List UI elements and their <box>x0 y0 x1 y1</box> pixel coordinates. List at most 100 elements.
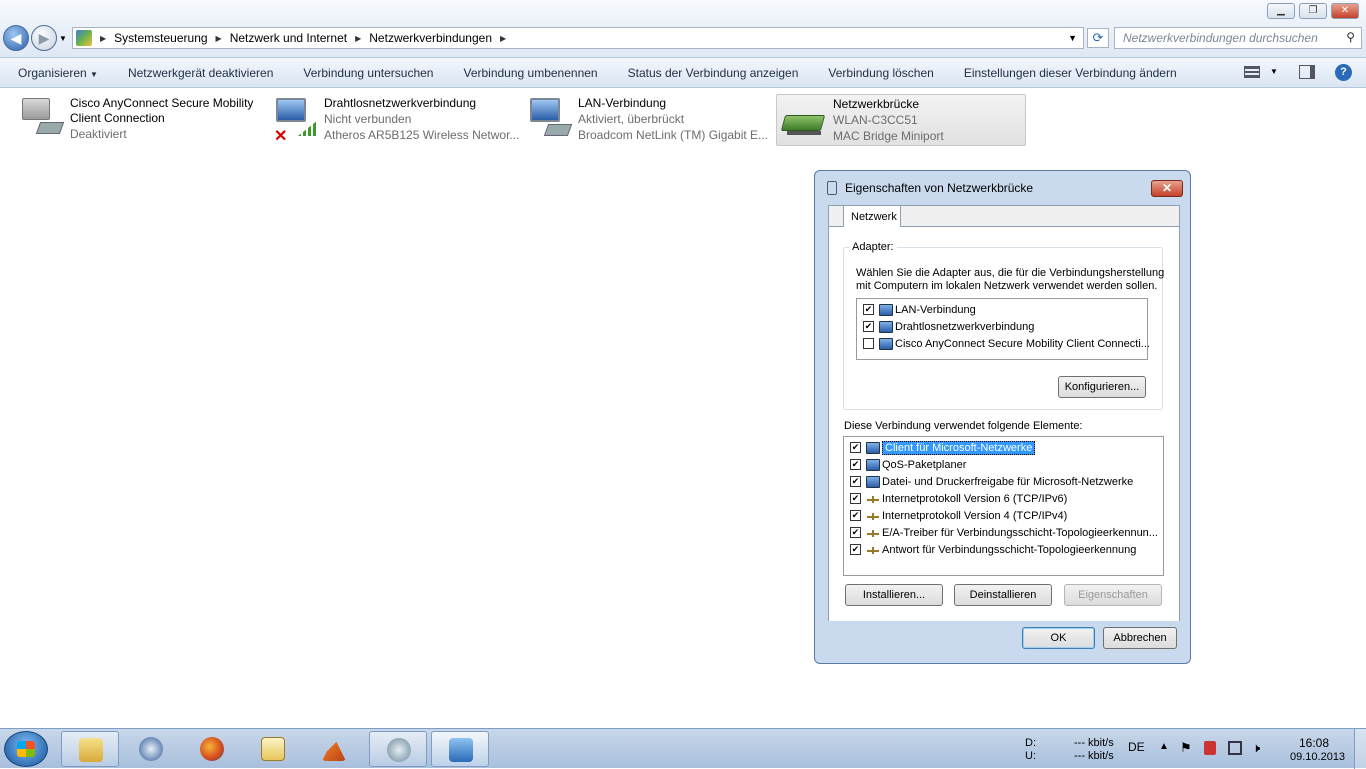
install-button[interactable]: Installieren... <box>845 584 943 606</box>
breadcrumb-systemsteuerung[interactable]: Systemsteuerung <box>108 31 213 45</box>
protocol-icon <box>866 527 880 539</box>
element-checkbox[interactable]: ✔ <box>850 510 861 521</box>
connection-cisco[interactable]: Cisco AnyConnect Secure Mobility Client … <box>18 94 263 146</box>
address-dropdown-icon[interactable]: ▼ <box>1068 33 1077 43</box>
security-icon[interactable] <box>1204 741 1216 755</box>
connection-bridge[interactable]: Netzwerkbrücke WLAN-C3CC51 MAC Bridge Mi… <box>776 94 1026 146</box>
forward-button[interactable]: ▶ <box>31 25 57 51</box>
list-item[interactable]: ✔ Internetprotokoll Version 4 (TCP/IPv4) <box>850 507 1067 524</box>
adapter-label: Drahtlosnetzwerkverbindung <box>895 320 1035 333</box>
breadcrumb-netzwerk-und-internet[interactable]: Netzwerk und Internet <box>224 31 353 45</box>
show-hidden-icons-icon[interactable]: ▲ <box>1159 741 1169 752</box>
adapter-checkbox[interactable]: ✔ <box>863 304 874 315</box>
chevron-down-icon: ▼ <box>90 69 98 79</box>
breadcrumb-netzwerkverbindungen[interactable]: Netzwerkverbindungen <box>363 31 498 45</box>
dialog-body: Adapter: Wählen Sie die Adapter aus, die… <box>828 205 1180 621</box>
browser-icon <box>200 737 224 761</box>
taskbar-matlab[interactable] <box>305 731 363 767</box>
volume-icon[interactable]: 🕨 <box>1252 740 1260 756</box>
taskbar: D: U: --- kbit/s --- kbit/s DE ▲ ⚑ 🕨 16:… <box>0 728 1366 769</box>
search-input[interactable]: Netzwerkverbindungen durchsuchen ⚲ <box>1114 27 1362 49</box>
element-label: E/A-Treiber für Verbindungsschicht-Topol… <box>882 526 1158 539</box>
uninstall-button[interactable]: Deinstallieren <box>954 584 1052 606</box>
connection-name: Cisco AnyConnect Secure Mobility <box>70 96 254 110</box>
view-dropdown-icon[interactable]: ▼ <box>1270 67 1278 76</box>
search-placeholder: Netzwerkverbindungen durchsuchen <box>1123 31 1318 45</box>
list-item[interactable]: ✔ E/A-Treiber für Verbindungsschicht-Top… <box>850 524 1158 541</box>
element-checkbox[interactable]: ✔ <box>850 476 861 487</box>
list-item[interactable]: ✔ Datei- und Druckerfreigabe für Microso… <box>850 473 1133 490</box>
folder-icon <box>79 738 103 762</box>
connection-lan[interactable]: LAN-Verbindung Aktiviert, überbrückt Bro… <box>526 94 776 146</box>
view-status-button[interactable]: Status der Verbindung anzeigen <box>628 66 799 80</box>
element-checkbox[interactable]: ✔ <box>850 493 861 504</box>
adapter-item[interactable]: Cisco AnyConnect Secure Mobility Client … <box>863 335 1150 352</box>
taskbar-thunderbird[interactable] <box>122 731 180 767</box>
window-close-button[interactable]: ✕ <box>1331 3 1359 19</box>
refresh-button[interactable]: ⟳ <box>1087 28 1109 48</box>
chevron-right-icon: ▶ <box>100 33 107 43</box>
adapter-checkbox[interactable]: ✔ <box>863 321 874 332</box>
taskbar-firefox[interactable] <box>183 731 241 767</box>
clock-date[interactable]: 09.10.2013 <box>1290 751 1345 763</box>
element-label: Antwort für Verbindungsschicht-Topologie… <box>882 543 1137 556</box>
change-settings-button[interactable]: Einstellungen dieser Verbindung ändern <box>964 66 1177 80</box>
element-checkbox[interactable]: ✔ <box>850 459 861 470</box>
element-checkbox[interactable]: ✔ <box>850 544 861 555</box>
dialog-close-button[interactable]: ✕ <box>1151 180 1183 197</box>
ok-button[interactable]: OK <box>1022 627 1095 649</box>
element-label: QoS-Paketplaner <box>882 458 967 471</box>
address-bar[interactable]: ▶ Systemsteuerung ▶ Netzwerk und Interne… <box>72 27 1084 49</box>
organize-menu[interactable]: Organisieren ▼ <box>18 66 98 80</box>
disable-device-button[interactable]: Netzwerkgerät deaktivieren <box>128 66 273 80</box>
delete-button[interactable]: Verbindung löschen <box>828 66 933 80</box>
taskbar-app-paint[interactable] <box>244 731 302 767</box>
connection-wireless[interactable]: ✕ Drahtlosnetzwerkverbindung Nicht verbu… <box>272 94 522 146</box>
adapter-item[interactable]: ✔ Drahtlosnetzwerkverbindung <box>863 318 1034 335</box>
list-item[interactable]: ✔ QoS-Paketplaner <box>850 456 966 473</box>
windows-logo-icon <box>17 741 35 757</box>
adapter-list[interactable]: ✔ LAN-Verbindung ✔ Drahtlosnetzwerkverbi… <box>856 298 1150 360</box>
arrow-right-icon: ▶ <box>38 30 50 46</box>
element-checkbox[interactable]: ✔ <box>850 527 861 538</box>
refresh-icon: ⟳ <box>1092 30 1104 45</box>
client-icon <box>866 441 880 454</box>
adapter-label: LAN-Verbindung <box>895 303 976 316</box>
flag-icon[interactable]: ⚑ <box>1180 740 1192 756</box>
network-status-icon[interactable] <box>1228 741 1242 755</box>
rename-button[interactable]: Verbindung umbenennen <box>463 66 597 80</box>
list-item[interactable]: ✔ Internetprotokoll Version 6 (TCP/IPv6) <box>850 490 1067 507</box>
connection-device: MAC Bridge Miniport <box>833 129 944 143</box>
help-icon[interactable]: ? <box>1335 64 1352 81</box>
cancel-button[interactable]: Abbrechen <box>1103 627 1177 649</box>
adapter-item[interactable]: ✔ LAN-Verbindung <box>863 301 976 318</box>
history-dropdown-icon[interactable]: ▼ <box>59 34 67 43</box>
connection-status: Aktiviert, überbrückt <box>578 112 685 126</box>
preview-pane-icon[interactable] <box>1299 65 1315 79</box>
configure-button[interactable]: Konfigurieren... <box>1058 376 1146 398</box>
elements-list[interactable]: ✔ Client für Microsoft-Netzwerke ✔ QoS-P… <box>843 436 1164 576</box>
list-item[interactable]: ✔ Antwort für Verbindungsschicht-Topolog… <box>850 541 1136 558</box>
list-item[interactable]: ✔ Client für Microsoft-Netzwerke <box>850 439 1036 456</box>
protocol-icon <box>866 493 880 505</box>
taskbar-explorer[interactable] <box>61 731 119 767</box>
disconnected-x-icon: ✕ <box>274 128 288 145</box>
diagnose-button[interactable]: Verbindung untersuchen <box>303 66 433 80</box>
properties-button: Eigenschaften <box>1064 584 1162 606</box>
clock-time[interactable]: 16:08 <box>1299 736 1329 750</box>
start-button[interactable] <box>4 731 48 767</box>
maximize-button[interactable]: ❐ <box>1299 3 1327 19</box>
back-button[interactable]: ◀ <box>3 25 29 51</box>
language-indicator[interactable]: DE <box>1128 740 1145 754</box>
mail-client-icon <box>139 737 163 761</box>
adapter-description-line1: Wählen Sie die Adapter aus, die für die … <box>856 267 1165 279</box>
taskbar-network[interactable] <box>369 731 427 767</box>
view-options-icon[interactable] <box>1244 66 1260 78</box>
command-bar: Organisieren ▼ Netzwerkgerät deaktiviere… <box>0 58 1366 88</box>
taskbar-control-panel[interactable] <box>431 731 489 767</box>
show-desktop-button[interactable] <box>1354 729 1366 769</box>
adapter-checkbox[interactable] <box>863 338 874 349</box>
minimize-button[interactable]: ▁ <box>1267 3 1295 19</box>
element-checkbox[interactable]: ✔ <box>850 442 861 453</box>
tab-netzwerk[interactable]: Netzwerk <box>843 205 901 227</box>
